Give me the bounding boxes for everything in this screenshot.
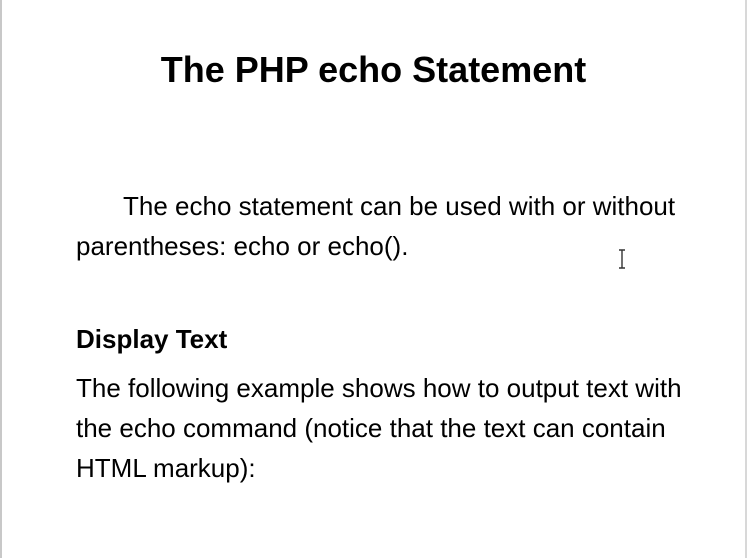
slide-title: The PHP echo Statement xyxy=(160,49,587,90)
intro-paragraph: The echo statement can be used with or w… xyxy=(76,191,676,261)
text-cursor-icon xyxy=(617,249,627,269)
slide: The PHP echo Statement The echo statemen… xyxy=(0,0,747,558)
body-paragraph: The following example shows how to outpu… xyxy=(76,373,682,483)
section-heading: Display Text xyxy=(76,324,228,354)
